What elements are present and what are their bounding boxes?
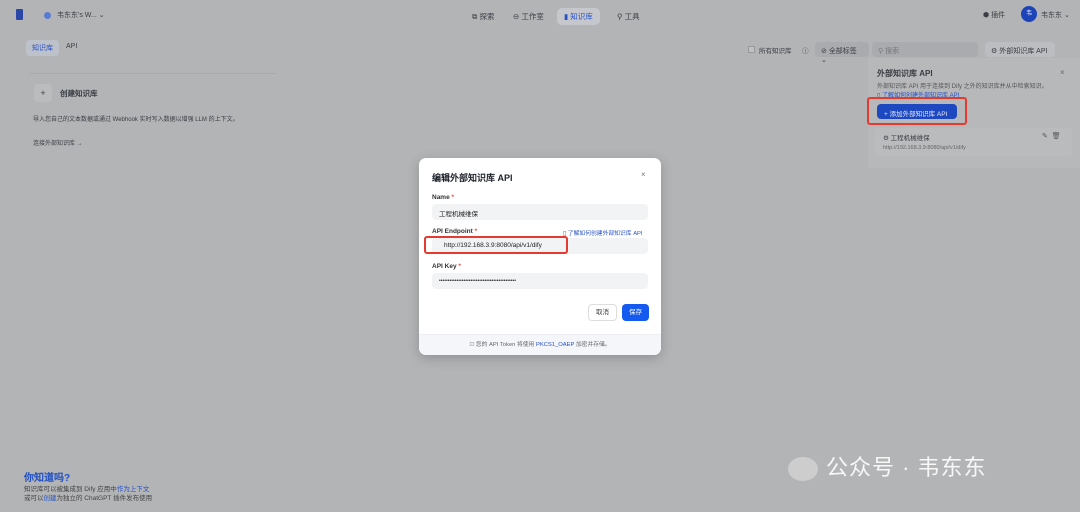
name-label-text: Name <box>432 194 450 201</box>
nav-knowledge[interactable]: ▮ 知识库 <box>557 8 600 25</box>
create-description: 导入您自己的文本数据或通过 Webhook 实时写入数据以增强 LLM 的上下文… <box>33 117 239 123</box>
search-input[interactable]: ⚲ 搜索 <box>872 42 978 57</box>
modal-title: 编辑外部知识库 API <box>432 173 513 183</box>
edit-external-api-modal: 编辑外部知识库 API × Name * 工程机械维保 API Endpoint… <box>419 158 661 355</box>
workspace-switcher[interactable]: 韦东东's W... ⌄ <box>44 10 105 20</box>
info-icon: ⓘ <box>802 48 809 55</box>
lock-icon: ⊡ <box>469 342 475 348</box>
modal-footer: ⊡ 您的 API Token 将使用 PKCS1_OAEP 加密并存储。 <box>419 334 661 355</box>
tip-text: 或可以 <box>24 495 44 502</box>
api-key-label-text: API Key <box>432 263 457 270</box>
highlight-box <box>867 97 967 125</box>
dify-logo[interactable] <box>16 9 23 20</box>
endpoint-doc-link[interactable]: ▯ 了解如何创建外部知识库 API <box>563 228 643 237</box>
required-mark: * <box>451 194 455 201</box>
required-mark: * <box>458 263 461 270</box>
api-key-label: API Key * <box>432 263 461 270</box>
plugin-label: 插件 <box>991 12 1006 19</box>
tab-api[interactable]: API <box>60 40 83 53</box>
name-label: Name * <box>432 194 454 201</box>
connect-external-link[interactable]: 连接外部知识库 → <box>33 138 83 147</box>
pkcs-link[interactable]: PKCS1_OAEP <box>536 342 574 348</box>
trash-icon[interactable]: 🗑 <box>1052 133 1061 140</box>
nav-tools[interactable]: ⚲ 工具 <box>610 8 647 25</box>
panel-title: 外部知识库 API <box>877 69 933 78</box>
nav-label: 知识库 <box>570 12 593 21</box>
nav-studio[interactable]: ⊖ 工作室 <box>506 8 551 25</box>
watermark-text: 公众号 · 韦东东 <box>826 455 987 480</box>
panel-description: 外部知识库 API 用于连接到 Dify 之外的知识库并从中检索知识。 <box>877 84 1048 90</box>
entry-name-label: 工程机械维保 <box>890 135 930 142</box>
nav-explore[interactable]: ⧉ 探索 <box>465 8 501 25</box>
plugin-button[interactable]: ⬢ 插件 <box>983 10 1005 20</box>
save-button[interactable]: 保存 <box>622 304 649 321</box>
api-key-field[interactable]: ••••••••••••••••••••••••••••••••••••••••… <box>432 273 648 289</box>
tag-filter[interactable]: ⊘ 全部标签 ⌄ <box>815 42 869 64</box>
watermark: 公众号 · 韦东东 <box>788 450 987 482</box>
all-kb-checkbox[interactable] <box>748 46 755 53</box>
footer-text: 您的 API Token 将使用 <box>475 342 535 348</box>
external-api-label: 外部知识库 API <box>999 48 1048 55</box>
tip-title: 你知道吗? <box>24 473 71 484</box>
highlight-box <box>424 236 568 254</box>
workspace-name: 韦东东's W... <box>57 12 97 19</box>
wechat-icon <box>788 457 818 482</box>
close-icon[interactable]: × <box>1060 68 1065 77</box>
search-placeholder: 搜索 <box>885 48 900 55</box>
footer-text: 加密并存储。 <box>575 342 611 348</box>
user-menu[interactable]: 韦东东 ⌄ <box>1041 10 1070 20</box>
tip-line: 或可以创建为独立的 ChatGPT 插件发布使用 <box>24 492 152 502</box>
endpoint-doc-link-label: 了解如何创建外部知识库 API <box>567 231 643 237</box>
plus-icon[interactable]: + <box>34 84 52 102</box>
cancel-button[interactable]: 取消 <box>588 304 617 321</box>
close-icon[interactable]: × <box>641 170 646 179</box>
entry-name: ⚙ 工程机械维保 <box>883 135 930 142</box>
user-name: 韦东东 <box>1041 12 1062 19</box>
tip-text: 为独立的 ChatGPT 插件发布使用 <box>56 495 153 502</box>
create-knowledge-button[interactable]: 创建知识库 <box>60 88 98 99</box>
entry-url: http://192.168.3.9:8080/api/v1/dify <box>883 145 966 151</box>
endpoint-label-text: API Endpoint <box>432 228 473 235</box>
tag-filter-label: 全部标签 <box>828 48 857 55</box>
avatar[interactable]: 韦 <box>1021 6 1037 22</box>
tab-knowledge[interactable]: 知识库 <box>26 40 59 56</box>
required-mark: * <box>474 228 478 235</box>
nav-label: 工具 <box>624 12 640 21</box>
nav-label: 探索 <box>479 12 495 21</box>
divider <box>30 73 276 74</box>
nav-label: 工作室 <box>521 12 544 21</box>
edit-icon[interactable]: ✎ <box>1042 133 1048 140</box>
name-field[interactable]: 工程机械维保 <box>432 204 648 220</box>
endpoint-label: API Endpoint * <box>432 228 477 235</box>
all-kb-label: 所有知识库 <box>759 48 792 55</box>
tip-link[interactable]: 创建 <box>44 495 57 502</box>
top-bar: 韦东东's W... ⌄ ⧉ 探索 ⊖ 工作室 ▮ 知识库 ⚲ 工具 ⬢ 插件 … <box>0 0 1080 28</box>
external-api-button[interactable]: ⚙ 外部知识库 API <box>985 42 1055 57</box>
